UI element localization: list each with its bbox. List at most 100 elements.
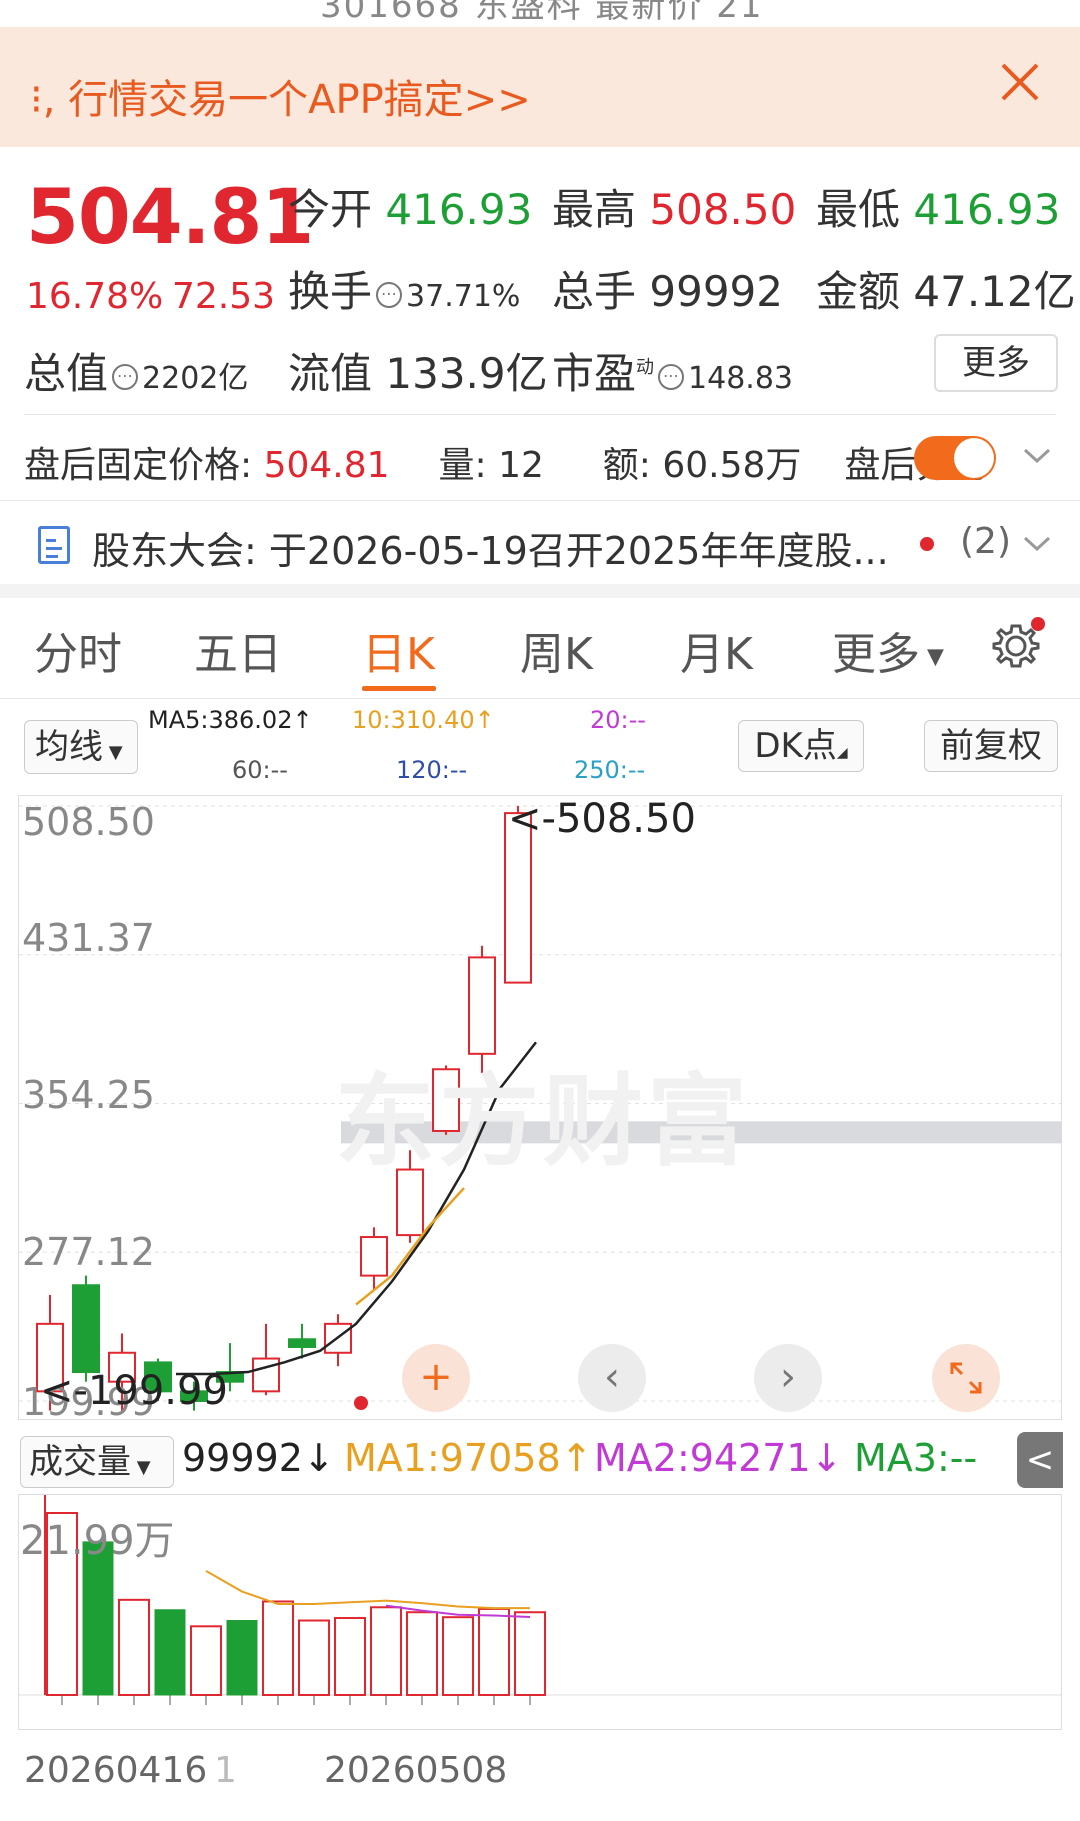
side-panel-tab[interactable]: < bbox=[1017, 1432, 1063, 1488]
ah-amt: 60.58万 bbox=[662, 445, 802, 486]
y-label: 431.37 bbox=[22, 916, 155, 960]
volume-bar bbox=[298, 1619, 330, 1696]
change-percent: 16.78% bbox=[26, 276, 164, 317]
settings-gear-icon[interactable] bbox=[990, 616, 1046, 676]
volume-svg bbox=[19, 1495, 1061, 1705]
expand-icon[interactable] bbox=[932, 1344, 1000, 1412]
promo-banner[interactable]: ⁝, 行情交易一个APP搞定>> bbox=[0, 27, 1080, 147]
y-label: 508.50 bbox=[22, 800, 155, 844]
pe-field: 市盈动 ⋯ 148.83 bbox=[552, 340, 793, 401]
volume-bar bbox=[154, 1609, 186, 1696]
amount-label: 金额 bbox=[816, 267, 901, 316]
dk-point-label: DK点 bbox=[754, 726, 837, 766]
open-label: 今开 bbox=[288, 185, 373, 234]
chevron-down-icon[interactable] bbox=[1022, 534, 1052, 558]
x-date-label: 20260508 bbox=[324, 1750, 508, 1791]
ah-vol-label: 量: bbox=[438, 445, 487, 486]
unread-dot bbox=[920, 537, 934, 551]
high-value: 508.50 bbox=[649, 185, 797, 234]
volume-bar bbox=[442, 1616, 474, 1696]
volume-chart[interactable] bbox=[18, 1494, 1062, 1730]
close-icon[interactable] bbox=[995, 57, 1045, 107]
high-marker: <-508.50 bbox=[508, 796, 696, 842]
more-button[interactable]: 更多 bbox=[934, 334, 1058, 392]
adjust-button[interactable]: 前复权 bbox=[924, 720, 1058, 772]
ma10-label: 10:310.40↑ bbox=[352, 706, 495, 734]
volume-bar bbox=[334, 1617, 366, 1696]
volume-indicator-select[interactable]: 成交量 ▼ bbox=[20, 1436, 174, 1488]
tab-more-label: 更多 bbox=[832, 629, 920, 680]
volume-bar bbox=[478, 1607, 510, 1696]
low-marker: <-199.99 bbox=[40, 1368, 228, 1414]
candle-body bbox=[72, 1284, 100, 1374]
watermark: 东方财富 bbox=[335, 1063, 751, 1180]
divider bbox=[0, 500, 1080, 501]
high-label: 最高 bbox=[552, 185, 637, 234]
tab-five-day[interactable]: 五日 bbox=[194, 618, 282, 682]
ah-price: 504.81 bbox=[263, 445, 390, 486]
tab-day-k[interactable]: 日K bbox=[362, 618, 435, 682]
volume-bar bbox=[370, 1606, 402, 1696]
volume-value: 99992 bbox=[649, 267, 783, 316]
chevron-down-icon[interactable] bbox=[1022, 446, 1052, 470]
ma-select[interactable]: 均线 ▼ bbox=[24, 720, 138, 774]
volume-ma1-line bbox=[205, 1569, 530, 1610]
turnover-label: 换手 bbox=[288, 267, 373, 316]
volume-select-label: 成交量 bbox=[29, 1442, 131, 1482]
active-tab-indicator bbox=[362, 686, 436, 691]
after-hours-row: 盘后固定价格: 504.81 量: 12 额: 60.58万 盘后分时 bbox=[24, 436, 988, 488]
chevron-left-icon[interactable]: ‹ bbox=[578, 1344, 646, 1412]
y-label: 354.25 bbox=[22, 1073, 155, 1117]
tab-month-k[interactable]: 月K bbox=[680, 618, 753, 682]
open-field: 今开 416.93 bbox=[288, 176, 532, 237]
volume-ma1: MA1:97058↑ bbox=[344, 1436, 593, 1480]
volume-ma3: MA3:-- bbox=[854, 1436, 978, 1480]
ma20-label: 20:-- bbox=[590, 706, 646, 734]
notice-row[interactable]: 股东大会: 于2026-05-19召开2025年年度股... bbox=[92, 520, 889, 575]
tab-week-k[interactable]: 周K bbox=[520, 618, 593, 682]
add-icon[interactable]: + bbox=[402, 1344, 470, 1412]
pe-sup: 动 bbox=[636, 357, 655, 378]
notice-label: 股东大会: bbox=[92, 529, 257, 573]
candle-body bbox=[360, 1236, 388, 1277]
low-field: 最低 416.93 bbox=[816, 176, 1060, 237]
section-gap bbox=[0, 584, 1080, 598]
low-value: 416.93 bbox=[913, 185, 1061, 234]
banner-text[interactable]: ⁝, 行情交易一个APP搞定>> bbox=[30, 67, 531, 125]
volume-bar bbox=[406, 1611, 438, 1696]
info-icon[interactable]: ⋯ bbox=[112, 363, 139, 390]
high-field: 最高 508.50 bbox=[552, 176, 796, 237]
pe-label: 市盈 bbox=[552, 349, 637, 398]
ma250-label: 250:-- bbox=[574, 756, 646, 784]
x-date-label: 20260416 bbox=[24, 1750, 208, 1791]
candle-body bbox=[288, 1338, 316, 1348]
ah-price-label: 盘后固定价格: bbox=[24, 445, 253, 486]
volume-label: 总手 bbox=[552, 267, 637, 316]
ma5-label: MA5:386.02↑ bbox=[148, 706, 313, 734]
info-icon[interactable]: ⋯ bbox=[376, 281, 403, 308]
volume-field: 总手 99992 bbox=[552, 258, 783, 319]
mktcap-label: 总值 bbox=[24, 349, 109, 398]
after-hours-toggle[interactable] bbox=[914, 436, 996, 480]
stock-code-line: 301668 东盛科 最新价 21 bbox=[0, 0, 1080, 26]
mktcap-field: 总值 ⋯ 2202亿 bbox=[24, 340, 248, 401]
volume-bar bbox=[226, 1620, 258, 1696]
notice-text[interactable]: 于2026-05-19召开2025年年度股... bbox=[269, 529, 889, 573]
volume-max-label: 21.99万 bbox=[20, 1518, 175, 1564]
chevron-right-icon[interactable]: › bbox=[754, 1344, 822, 1412]
divider bbox=[0, 698, 1080, 699]
ma60-label: 60:-- bbox=[232, 756, 288, 784]
pe-value: 148.83 bbox=[688, 361, 793, 396]
volume-bar bbox=[514, 1611, 546, 1696]
mktcap-value: 2202亿 bbox=[142, 361, 249, 396]
stock-code-text: 301668 东盛科 最新价 21 bbox=[320, 0, 764, 26]
event-dot bbox=[354, 1396, 368, 1410]
float-value: 133.9亿 bbox=[385, 349, 548, 398]
tab-intraday[interactable]: 分时 bbox=[34, 618, 122, 682]
y-label: 277.12 bbox=[22, 1230, 155, 1274]
info-icon[interactable]: ⋯ bbox=[658, 363, 685, 390]
volume-value: 99992↓ bbox=[182, 1436, 335, 1480]
dk-point-button[interactable]: DK点◢ bbox=[738, 720, 864, 772]
ah-amt-label: 额: bbox=[602, 445, 651, 486]
tab-more[interactable]: 更多 ▼ bbox=[832, 618, 944, 682]
